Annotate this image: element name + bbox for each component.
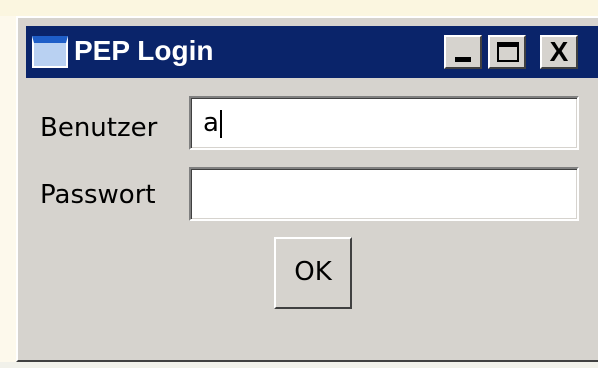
background-top [0,0,598,16]
close-icon: X [549,36,569,67]
minimize-button[interactable] [444,35,482,69]
ok-button[interactable]: OK [274,237,352,309]
password-input[interactable] [189,167,579,221]
background-bottom [0,362,598,368]
window-title: PEP Login [74,35,214,66]
maximize-button[interactable] [488,35,526,69]
window-icon [32,36,68,68]
close-button[interactable]: X [540,35,578,69]
login-dialog: PEP Login X Benutzer a Passwort OK [16,16,598,362]
username-value: a [203,108,219,138]
username-input[interactable]: a [189,96,579,150]
minimize-icon [455,57,471,62]
username-label: Benutzer [40,113,158,143]
text-cursor [219,109,222,138]
title-bar[interactable]: PEP Login X [26,26,598,78]
password-label: Passwort [40,180,156,210]
maximize-icon [497,42,519,62]
background-left [0,16,16,368]
